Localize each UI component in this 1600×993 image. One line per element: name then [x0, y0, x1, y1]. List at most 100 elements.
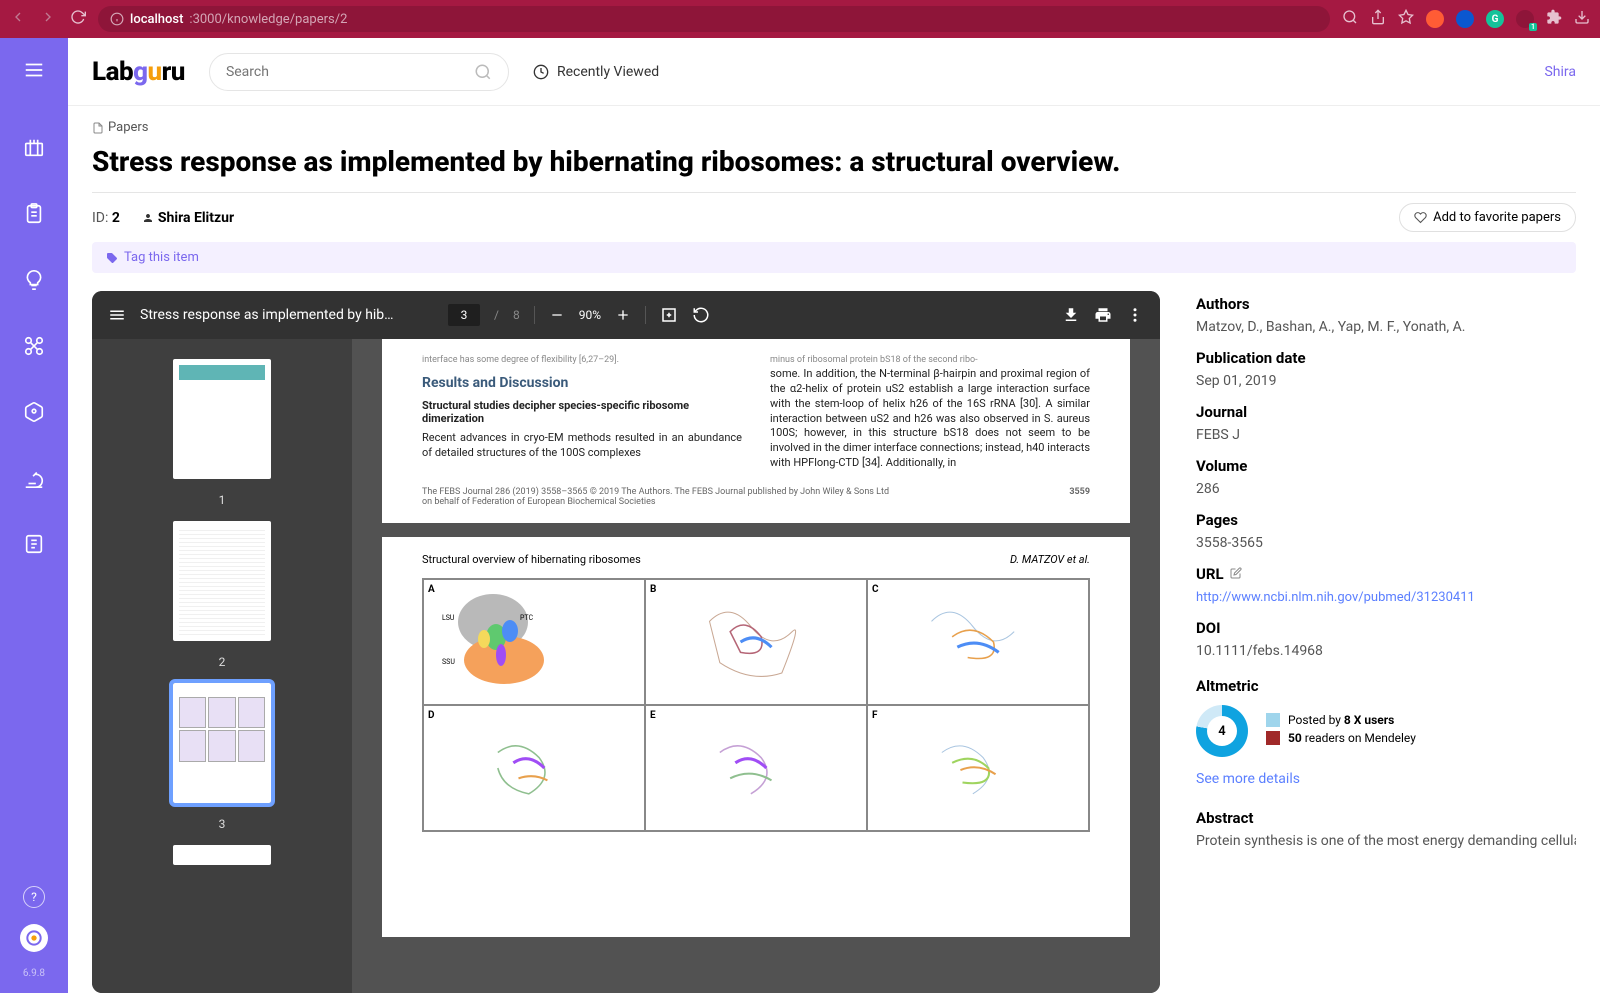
url-bar[interactable]: localhost:3000/knowledge/papers/2 [98, 6, 1330, 32]
extension-icon[interactable] [1426, 10, 1444, 28]
tag-item-bar: Tag this item [92, 242, 1576, 273]
forward-icon[interactable] [40, 9, 56, 29]
info-icon [110, 12, 124, 26]
figure-panel: D [423, 705, 645, 831]
pdf-page-content: Structural overview of hibernating ribos… [382, 537, 1130, 937]
reload-icon[interactable] [70, 9, 86, 29]
meta-row: ID: 2 Shira Elitzur Add to favorite pape… [92, 203, 1576, 232]
zoom-icon[interactable] [1342, 9, 1358, 29]
altmetric-heading: Altmetric [1196, 677, 1576, 695]
thumb-label: 2 [219, 655, 226, 669]
sidebar-item-connections[interactable] [22, 334, 46, 358]
extension-icon[interactable]: 1 [1516, 10, 1534, 28]
fit-page-icon[interactable] [660, 306, 678, 324]
url-link[interactable]: http://www.ncbi.nlm.nih.gov/pubmed/31230… [1196, 590, 1475, 605]
pdf-page-input[interactable] [448, 304, 480, 326]
downloads-icon[interactable] [1574, 9, 1590, 29]
share-icon[interactable] [1370, 9, 1386, 29]
see-more-link[interactable]: See more details [1196, 771, 1300, 787]
menu-toggle-icon[interactable] [22, 58, 46, 82]
pdf-thumbnail[interactable] [173, 845, 271, 865]
browser-actions: G 1 [1342, 9, 1590, 29]
pdf-thumbnail[interactable] [173, 359, 271, 479]
clock-icon [533, 64, 549, 80]
legend-swatch [1266, 713, 1280, 727]
back-icon[interactable] [10, 9, 26, 29]
search-input[interactable] [226, 64, 474, 80]
pdf-thumbnail-selected[interactable] [173, 683, 271, 803]
breadcrumb-papers[interactable]: Papers [108, 120, 149, 135]
pdf-doc-title: Stress response as implemented by hiber.… [140, 307, 400, 323]
rotate-icon[interactable] [692, 306, 710, 324]
tag-this-item-link[interactable]: Tag this item [124, 250, 199, 265]
app-logo[interactable]: Labguru [92, 57, 185, 87]
pdf-sidebar-toggle-icon[interactable] [108, 306, 126, 324]
recently-viewed-button[interactable]: Recently Viewed [533, 64, 659, 80]
thumb-label: 3 [219, 817, 226, 831]
print-icon[interactable] [1094, 306, 1112, 324]
altmetric-badge[interactable]: 4 [1196, 705, 1248, 757]
body-text: Recent advances in cryo-EM methods resul… [422, 431, 742, 461]
sidebar: ? 6.9.8 [0, 38, 68, 993]
abstract-heading: Abstract [1196, 809, 1576, 827]
extension-icon[interactable] [1456, 10, 1474, 28]
url-host: localhost [130, 12, 183, 27]
extensions-puzzle-icon[interactable] [1546, 9, 1562, 29]
browser-nav [10, 9, 86, 29]
version-label: 6.9.8 [23, 968, 45, 979]
pdf-page-content: interface has some degree of flexibility… [382, 339, 1130, 523]
sidebar-item-notes[interactable] [22, 532, 46, 556]
footer-left: The FEBS Journal 286 (2019) 3558–3565 © … [422, 487, 890, 507]
figure-panel: E [645, 705, 867, 831]
url-heading: URL [1196, 565, 1576, 583]
paper-metadata-panel: Authors Matzov, D., Bashan, A., Yap, M. … [1196, 291, 1576, 993]
breadcrumb[interactable]: Papers [92, 120, 1576, 135]
download-icon[interactable] [1062, 306, 1080, 324]
browser-top-bar: localhost:3000/knowledge/papers/2 G 1 [0, 0, 1600, 38]
more-icon[interactable] [1126, 306, 1144, 324]
search-icon [474, 63, 492, 81]
journal-heading: Journal [1196, 403, 1576, 421]
pubdate-value: Sep 01, 2019 [1196, 373, 1576, 389]
doi-heading: DOI [1196, 619, 1576, 637]
volume-heading: Volume [1196, 457, 1576, 475]
document-icon [92, 122, 104, 134]
running-head-right: D. MATZOV et al. [1010, 553, 1090, 566]
pdf-viewer: Stress response as implemented by hiber.… [92, 291, 1160, 993]
zoom-in-icon[interactable] [615, 307, 631, 323]
search-box[interactable] [209, 53, 509, 91]
paper-id: ID: 2 [92, 210, 120, 226]
pdf-page-total: 8 [513, 308, 520, 322]
heart-icon [1414, 211, 1427, 224]
subsection-heading: Structural studies decipher species-spec… [422, 399, 742, 425]
figure-panel: C [867, 579, 1089, 705]
add-favorite-button[interactable]: Add to favorite papers [1399, 203, 1576, 232]
footer-page-num: 3559 [1069, 487, 1090, 507]
journal-value: FEBS J [1196, 427, 1576, 443]
figure-panel: B [645, 579, 867, 705]
sidebar-item-equipment[interactable] [22, 466, 46, 490]
running-head-left: Structural overview of hibernating ribos… [422, 553, 641, 566]
sidebar-item-inventory[interactable] [22, 136, 46, 160]
labguru-logo-icon[interactable] [20, 924, 48, 952]
current-user-link[interactable]: Shira [1544, 64, 1576, 80]
sidebar-item-storage[interactable] [22, 400, 46, 424]
figure-grid: A LSU SSU [422, 578, 1090, 832]
extension-grammarly-icon[interactable]: G [1486, 10, 1504, 28]
bookmark-icon[interactable] [1398, 9, 1414, 29]
pdf-page-sep: / [494, 308, 499, 322]
body-text: some. In addition, the N-terminal β-hair… [770, 367, 1090, 471]
zoom-out-icon[interactable] [549, 307, 565, 323]
help-icon[interactable]: ? [23, 886, 45, 908]
thumb-label: 1 [219, 493, 226, 507]
paper-owner: Shira Elitzur [142, 210, 234, 226]
app-topbar: Labguru Recently Viewed Shira [68, 38, 1600, 106]
sidebar-item-protocols[interactable] [22, 202, 46, 226]
altmetric-legend: Posted by 8 X users 50 readers on Mendel… [1266, 713, 1416, 749]
edit-url-icon[interactable] [1230, 565, 1242, 583]
pages-heading: Pages [1196, 511, 1576, 529]
sidebar-item-knowledge[interactable] [22, 268, 46, 292]
pdf-thumbnail[interactable] [173, 521, 271, 641]
tag-icon [106, 252, 118, 264]
pdf-page-area[interactable]: interface has some degree of flexibility… [352, 339, 1160, 993]
